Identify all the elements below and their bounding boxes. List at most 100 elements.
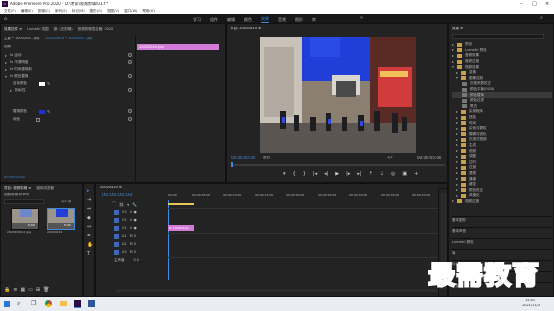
add-button-icon[interactable]: + [414, 172, 418, 177]
playhead-icon[interactable] [231, 162, 233, 167]
page-indicator[interactable]: 1/2 [387, 156, 393, 160]
track-v1[interactable]: V1 ⊙ ● [114, 224, 166, 232]
tab-lumetri-scopes[interactable]: Lumetri 范围 [27, 27, 49, 32]
fit-dropdown[interactable]: 适合 [263, 156, 270, 160]
pen-tool-icon[interactable]: ✒ [87, 233, 93, 239]
workspace-tab-editing[interactable]: 编辑 [227, 17, 235, 23]
explorer-icon[interactable] [60, 301, 67, 306]
workspace-tab-assembly[interactable]: 组件 [210, 17, 218, 23]
project-item-thumbnail-1[interactable] [11, 208, 39, 230]
panel-essential-graphics[interactable]: 基本图形 [452, 216, 552, 227]
linked-selection-icon[interactable]: ⛓ [119, 202, 124, 207]
workspace-tab-effects[interactable]: 效果 [261, 16, 269, 23]
eyedropper-icon-2[interactable]: ✎ [47, 109, 50, 114]
clock-time[interactable]: 15:41 [525, 299, 535, 303]
tab-project[interactable]: 项目: 视频剪辑 ≡ [4, 186, 31, 191]
master-volume-value[interactable]: 0.0 [134, 258, 140, 262]
program-monitor-title[interactable]: 节目: 20020410 ≡ [230, 27, 261, 31]
compare-icon[interactable]: ▣ [402, 172, 407, 177]
panel-essential-sound[interactable]: 基本声音 [452, 227, 552, 238]
ec-timecode[interactable]: 00:00:00:00 [4, 176, 25, 180]
time-ruler[interactable]: 00:00 00:00:05:00 00:00:10:00 00:00:15:0… [168, 194, 442, 200]
track-a1[interactable]: A1 M S [114, 232, 166, 240]
program-timecode-left[interactable]: 00:00:00:00 [231, 156, 255, 160]
workspace-tab-audio[interactable]: 音频 [278, 17, 286, 23]
project-search-input[interactable] [4, 199, 44, 204]
slip-tool-icon[interactable]: ↔ [87, 224, 93, 230]
workspace-tab-learn[interactable]: 学习 [193, 17, 201, 23]
workspace-tab-graphics[interactable]: 图形 [295, 17, 303, 23]
tab-audio-mixer[interactable]: 音频剪辑混合器: 2020 [78, 27, 114, 32]
effects-panel-title[interactable]: 效果 ≡ [452, 27, 463, 31]
target-color-swatch[interactable] [39, 81, 45, 86]
reset-icon-3[interactable] [128, 74, 132, 78]
icon-view-icon[interactable]: ▦ [20, 288, 25, 293]
workspace-tab-color[interactable]: 颜色 [244, 17, 252, 23]
add-marker-timeline-icon[interactable]: ▾ [127, 202, 129, 207]
solid-checkbox[interactable] [36, 117, 40, 122]
reset-icon-6[interactable] [128, 117, 132, 121]
new-bin-icon[interactable]: ▭ [28, 288, 33, 293]
home-icon[interactable]: ⌂ [4, 16, 7, 22]
more-workspaces-icon[interactable]: » [360, 15, 363, 21]
timeline-horizontal-scrollbar[interactable] [116, 289, 442, 292]
reset-icon-5[interactable] [128, 109, 132, 113]
work-area-bar[interactable] [168, 203, 194, 205]
add-marker-icon[interactable]: ▾ [283, 172, 286, 177]
selection-tool-icon[interactable]: ▸ [87, 188, 93, 194]
reset-icon-4[interactable] [128, 88, 132, 92]
windows-start-icon[interactable] [4, 301, 10, 307]
panel-libraries[interactable]: 库 [452, 249, 552, 260]
new-item-icon[interactable]: ⊞ [36, 288, 40, 293]
replace-color-swatch[interactable] [39, 109, 45, 114]
razor-tool-icon[interactable]: ◆ [87, 215, 93, 221]
wrench-icon[interactable]: 🔧 [132, 202, 137, 207]
close-button[interactable]: × [545, 1, 549, 7]
hand-tool-icon[interactable]: ✋ [87, 242, 93, 248]
lift-icon[interactable]: ⇡ [369, 172, 373, 177]
go-to-in-icon[interactable]: |◂ [313, 172, 317, 177]
track-master[interactable]: 主声道 0.0 [114, 256, 166, 264]
timeline-title[interactable]: 20020410 ≡ [100, 186, 122, 190]
track-v2[interactable]: V2 ⊙ ● [114, 216, 166, 224]
ec-row-color-replace[interactable]: fx 颜色替换 [5, 74, 28, 79]
tab-source[interactable]: 源: (无剪辑) [54, 27, 73, 32]
step-back-icon[interactable]: ◂| [324, 172, 328, 177]
tab-media-browser[interactable]: 媒体浏览器 [36, 186, 54, 191]
video-frame[interactable] [260, 37, 416, 153]
type-tool-icon[interactable]: T [87, 251, 93, 257]
step-forward-icon[interactable]: |▸ [346, 172, 350, 177]
track-v3[interactable]: V3 ⊙ ● [114, 208, 166, 216]
eyedropper-icon[interactable]: ✎ [47, 81, 50, 86]
lock-icon[interactable]: 🔒 [4, 288, 10, 293]
tab-effect-controls[interactable]: 效果控件 ≡ [4, 27, 22, 32]
chrome-icon[interactable] [45, 300, 52, 307]
panel-lumetri-color[interactable]: Lumetri 颜色 [452, 238, 552, 249]
extract-icon[interactable]: ⇣ [380, 172, 384, 177]
workspace-tab-libraries[interactable]: 库 [312, 17, 316, 23]
ec-row-opacity[interactable]: fx 不透明度 [5, 60, 28, 65]
track-area[interactable] [168, 208, 442, 265]
effects-search-input[interactable] [452, 34, 544, 39]
export-frame-icon[interactable]: ◎ [391, 172, 395, 177]
ec-row-motion[interactable]: fx 运动 [5, 53, 21, 58]
list-view-icon[interactable]: ≡ [13, 288, 17, 293]
mark-out-icon[interactable]: } [303, 172, 306, 177]
premiere-taskbar-icon[interactable] [74, 300, 81, 308]
minimize-button[interactable]: – [520, 1, 523, 7]
ec-row-similarity[interactable]: 相似性 [10, 88, 26, 93]
go-to-out-icon[interactable]: ▸| [357, 172, 361, 177]
ripple-edit-tool-icon[interactable]: ⇔ [87, 206, 93, 212]
project-item-thumbnail-2[interactable] [47, 208, 75, 230]
timeline-clip-v1[interactable]: fx 10020410... [168, 225, 194, 231]
play-icon[interactable]: ▶ [335, 172, 339, 177]
trash-icon[interactable]: 🗑 [43, 288, 49, 293]
search-icon[interactable]: ⌕ [540, 15, 543, 21]
maximize-button[interactable]: □ [532, 1, 537, 7]
track-a2[interactable]: A2 M S [114, 240, 166, 248]
reset-icon-2[interactable] [128, 60, 132, 64]
task-view-icon[interactable]: ❐ [31, 300, 36, 307]
snap-icon[interactable]: ⌒ [112, 201, 116, 207]
track-a3[interactable]: A3 M S [114, 248, 166, 256]
program-scrub-bar[interactable] [231, 164, 445, 166]
